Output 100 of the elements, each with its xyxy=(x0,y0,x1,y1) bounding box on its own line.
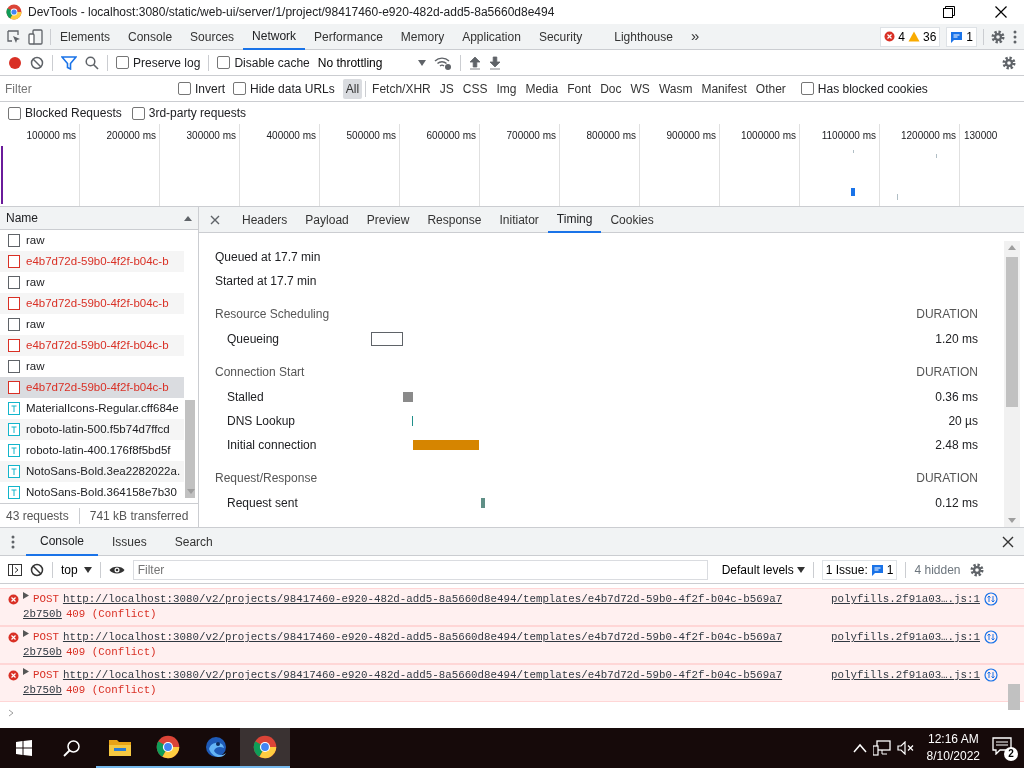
upload-icon[interactable] xyxy=(469,55,482,70)
panel-tab[interactable]: Lighthouse xyxy=(605,23,682,50)
sort-arrow-icon[interactable] xyxy=(184,215,192,221)
throttling-dropdown[interactable]: No throttling xyxy=(317,53,427,72)
request-row[interactable]: roboto-latin-500.f5b74d7ffcd xyxy=(0,419,184,440)
drawer-tab[interactable]: Issues xyxy=(98,527,161,556)
url-link[interactable]: 2b750b xyxy=(23,644,62,661)
type-filter-button[interactable]: WS xyxy=(627,78,653,99)
filter-field[interactable]: Filter xyxy=(132,559,708,580)
scrollbar-thumb[interactable] xyxy=(1006,257,1018,407)
panel-tab[interactable]: Sources xyxy=(181,23,244,50)
url-link[interactable]: http://localhost:3080/v2/projects/98417460-e920-482d-add5-8a5660d8e494/templates/e4b7d72d-59b0-4f2f-b04c-b569a7 xyxy=(62,629,783,646)
request-row[interactable]: roboto-latin-400.176f8f5bd5f xyxy=(0,440,184,461)
issues-button[interactable]: 1 Issue: 1 xyxy=(821,559,898,580)
type-filter-button[interactable]: Manifest xyxy=(698,78,750,99)
scrollbar-thumb[interactable] xyxy=(185,400,195,498)
request-row[interactable]: raw xyxy=(0,230,184,251)
network-icon[interactable] xyxy=(872,740,891,756)
type-filter-button[interactable]: Other xyxy=(752,78,789,99)
source-link[interactable]: polyfills.2f91a03….js:1 xyxy=(830,591,980,608)
expand-arrow-icon[interactable] xyxy=(23,668,29,675)
type-filter-button[interactable]: All xyxy=(342,78,363,99)
type-filter-button[interactable]: Fetch/XHR xyxy=(369,78,434,99)
source-link[interactable]: polyfills.2f91a03….js:1 xyxy=(830,629,980,646)
panel-tab[interactable]: Elements xyxy=(51,23,120,50)
checkbox[interactable] xyxy=(8,106,21,120)
clear-icon[interactable] xyxy=(30,562,44,577)
chrome-icon[interactable] xyxy=(240,728,290,768)
speaker-muted-icon[interactable] xyxy=(896,741,915,755)
sidebar-toggle-icon[interactable] xyxy=(8,563,22,576)
checkbox[interactable] xyxy=(178,82,191,95)
counter-button[interactable]: 4 36 xyxy=(880,26,941,47)
type-filter-button[interactable]: Doc xyxy=(597,78,625,99)
close-icon[interactable] xyxy=(1002,535,1014,548)
checkbox[interactable] xyxy=(217,56,231,69)
request-row[interactable]: e4b7d72d-59b0-4f2f-b04c-b xyxy=(0,251,184,272)
request-row[interactable]: NotoSans-Bold.364158e7b30 xyxy=(0,482,184,503)
checkbox[interactable] xyxy=(116,56,129,69)
drawer-tab[interactable]: Console xyxy=(26,527,99,556)
type-filter-button[interactable]: Img xyxy=(493,78,520,99)
filter-icon[interactable] xyxy=(61,55,77,70)
drawer-tab[interactable]: Search xyxy=(160,527,227,556)
network-conditions-icon[interactable] xyxy=(434,55,453,70)
request-row[interactable]: raw xyxy=(0,272,184,293)
request-row[interactable]: raw xyxy=(0,314,184,335)
request-row[interactable]: e4b7d72d-59b0-4f2f-b04c-b xyxy=(0,335,184,356)
type-filter-button[interactable]: Wasm xyxy=(655,78,696,99)
type-filter-button[interactable]: CSS xyxy=(459,78,491,99)
network-request-icon[interactable] xyxy=(984,630,998,644)
request-row[interactable]: NotoSans-Bold.3ea2282022a. xyxy=(0,461,184,482)
type-filter-button[interactable]: Font xyxy=(564,78,595,99)
panel-tab[interactable]: Performance xyxy=(305,23,392,50)
panel-tab[interactable]: Security xyxy=(529,23,592,50)
network-request-icon[interactable] xyxy=(984,592,998,606)
checkbox[interactable] xyxy=(800,82,814,95)
search-icon[interactable] xyxy=(85,55,99,70)
chevron-up-icon[interactable] xyxy=(852,743,867,753)
log-levels-dropdown[interactable]: Default levels xyxy=(721,560,805,579)
request-row[interactable]: raw xyxy=(0,356,184,377)
eye-icon[interactable] xyxy=(108,564,125,575)
request-row[interactable]: e4b7d72d-59b0-4f2f-b04c-b xyxy=(0,377,184,398)
detail-tab[interactable]: Payload xyxy=(296,206,358,233)
source-link[interactable]: polyfills.2f91a03….js:1 xyxy=(830,667,980,684)
more-options-icon[interactable] xyxy=(1012,28,1018,45)
scrollbar-thumb[interactable] xyxy=(1008,684,1020,710)
expand-arrow-icon[interactable] xyxy=(23,592,29,599)
type-filter-button[interactable]: JS xyxy=(436,78,457,99)
record-stop-button[interactable] xyxy=(8,55,22,70)
url-link[interactable]: 2b750b xyxy=(23,682,62,699)
detail-tab[interactable]: Headers xyxy=(233,206,297,233)
request-row[interactable]: MaterialIcons-Regular.cff684e xyxy=(0,398,184,419)
detail-tab[interactable]: Timing xyxy=(547,206,602,233)
checkbox[interactable] xyxy=(131,106,145,120)
detail-tab[interactable]: Response xyxy=(418,206,491,233)
request-row[interactable]: e4b7d72d-59b0-4f2f-b04c-b xyxy=(0,293,184,314)
panel-tab[interactable]: Network xyxy=(243,23,306,50)
context-dropdown[interactable]: top xyxy=(61,560,92,579)
download-icon[interactable] xyxy=(489,55,502,70)
more-options-icon[interactable] xyxy=(10,533,16,550)
detail-tab[interactable]: Preview xyxy=(357,206,419,233)
settings-icon[interactable] xyxy=(1001,54,1017,71)
checkbox[interactable] xyxy=(233,82,246,95)
detail-tab[interactable]: Cookies xyxy=(601,206,663,233)
more-tabs-button[interactable]: » xyxy=(681,23,709,50)
type-filter-button[interactable]: Media xyxy=(522,78,562,99)
network-request-icon[interactable] xyxy=(984,668,998,682)
url-link[interactable]: http://localhost:3080/v2/projects/98417460-e920-482d-add5-8a5660d8e494/templates/e4b7d72d-59b0-4f2f-b04c-b569a7 xyxy=(62,667,783,684)
settings-icon[interactable] xyxy=(968,561,985,578)
expand-arrow-icon[interactable] xyxy=(23,630,29,637)
panel-tab[interactable]: Application xyxy=(453,23,530,50)
url-link[interactable]: http://localhost:3080/v2/projects/98417460-e920-482d-add5-8a5660d8e494/templates/e4b7d72d-59b0-4f2f-b04c-b569a7 xyxy=(62,591,783,608)
inspect-icon[interactable] xyxy=(6,28,22,45)
panel-tab[interactable]: Memory xyxy=(391,23,454,50)
close-icon[interactable] xyxy=(209,213,221,226)
settings-icon[interactable] xyxy=(990,28,1006,45)
clear-icon[interactable] xyxy=(30,55,44,70)
panel-tab[interactable]: Console xyxy=(119,23,182,50)
device-icon[interactable] xyxy=(28,28,44,45)
issues-button[interactable]: 1 xyxy=(946,26,977,47)
url-link[interactable]: 2b750b xyxy=(23,606,62,623)
